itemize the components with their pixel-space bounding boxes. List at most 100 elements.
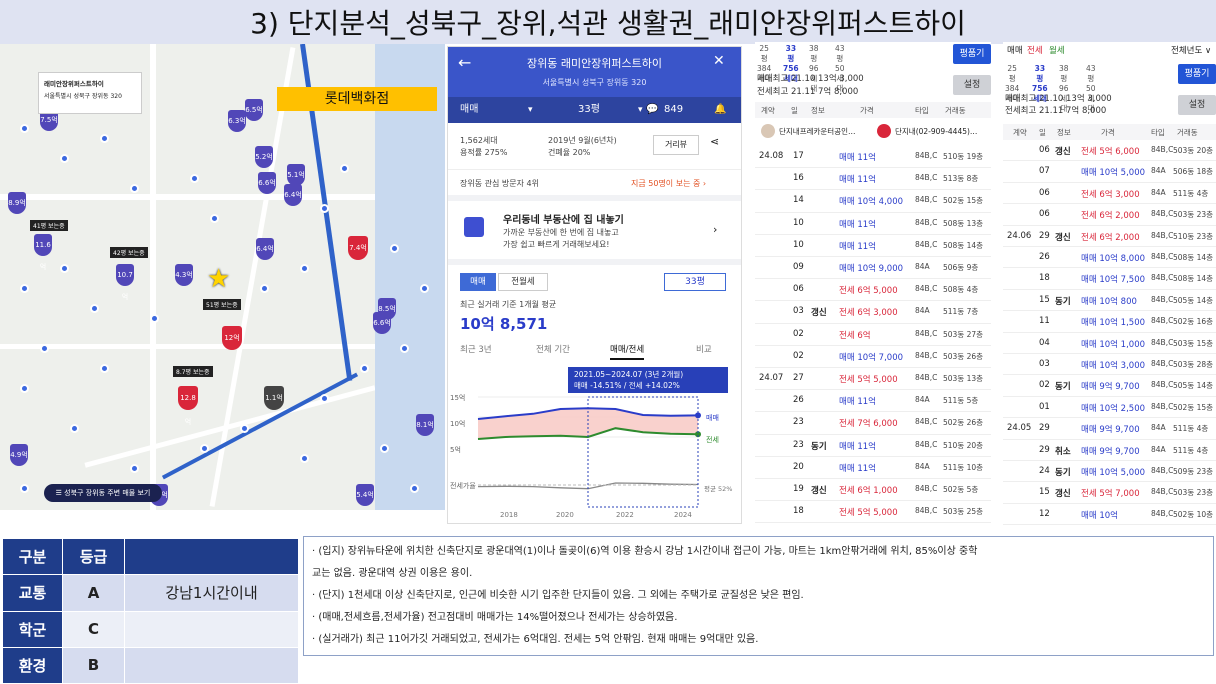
- period-tab-3[interactable]: 비교: [696, 343, 712, 355]
- close-icon[interactable]: ✕: [713, 53, 725, 69]
- price-pin[interactable]: 6.4억: [284, 184, 302, 206]
- table-row[interactable]: 06 전세 6억 5,000 84B,C 508동 4층: [755, 279, 991, 302]
- table-row[interactable]: 29 취소 매매 9억 9,700 84A 511동 4층: [1003, 440, 1216, 461]
- table-row[interactable]: 06 전세 6억 2,000 84B,C 503동 23층: [1003, 204, 1216, 226]
- tab-size[interactable]: 33평: [578, 97, 600, 123]
- table-row[interactable]: 23 전세 7억 6,000 84B,C 502동 26층: [755, 412, 991, 435]
- table-row[interactable]: 26 매매 11억 84A 511동 5층: [755, 390, 991, 413]
- table-row[interactable]: 15 갱신 전세 5억 7,000 84B,C 503동 23층: [1003, 482, 1216, 504]
- listing-dot[interactable]: [70, 424, 79, 433]
- price-pin-red[interactable]: 7.4억: [348, 236, 368, 260]
- table-row[interactable]: 06 전세 6억 3,000 84A 511동 4층: [1003, 183, 1216, 205]
- table-row[interactable]: 24 동기 매매 10억 5,000 84B,C 509동 23층: [1003, 461, 1216, 483]
- table-row[interactable]: 23 동기 매매 11억 84B,C 510동 20층: [755, 435, 991, 457]
- price-pin[interactable]: 5.1억: [287, 164, 305, 186]
- comment-count[interactable]: 849: [664, 97, 683, 123]
- table-row[interactable]: 24.07 27 전세 5억 5,000 84B,C 503동 13층: [755, 368, 991, 391]
- price-pin[interactable]: 8.9억: [8, 192, 26, 214]
- listing-dot[interactable]: [300, 454, 309, 463]
- listing-dot[interactable]: [300, 264, 309, 273]
- listing-dot[interactable]: [360, 364, 369, 373]
- listing-dot[interactable]: [100, 364, 109, 373]
- tab-trade-type[interactable]: 매매: [460, 97, 478, 123]
- price-pin[interactable]: 10.7억: [116, 264, 134, 301]
- table-row[interactable]: 24.05 29 매매 9억 9,700 84A 511동 4층: [1003, 418, 1216, 440]
- listing-dot[interactable]: [380, 444, 389, 453]
- price-pin[interactable]: 6.5억: [245, 99, 263, 121]
- listing-dot[interactable]: [340, 164, 349, 173]
- bell-icon[interactable]: 🔔: [714, 97, 726, 123]
- price-pin[interactable]: 11.6억: [34, 234, 52, 271]
- visitor-link[interactable]: 지금 50명이 보는 중 ›: [631, 178, 706, 189]
- listing-dot[interactable]: [320, 394, 329, 403]
- price-pin-gray[interactable]: 1.1억: [264, 386, 284, 410]
- share-icon[interactable]: ⋖: [710, 135, 719, 148]
- price-pin[interactable]: 6.3억: [228, 110, 246, 132]
- listing-dot[interactable]: [20, 484, 29, 493]
- period-tab-2[interactable]: 매매/전세: [610, 343, 645, 360]
- table-row[interactable]: 02 매매 10억 7,000 84B,C 503동 26층: [755, 346, 991, 368]
- seg-trade[interactable]: 매매: [460, 273, 496, 291]
- table-row[interactable]: 02 전세 6억 84B,C 503동 27층: [755, 324, 991, 346]
- price-pin[interactable]: 4.9억: [10, 444, 28, 466]
- t2-size-toggle-button[interactable]: 평품기: [1178, 64, 1216, 84]
- listing-dot[interactable]: [420, 284, 429, 293]
- listing-dot[interactable]: [60, 154, 69, 163]
- price-pin[interactable]: 4.3억: [175, 264, 193, 286]
- table-row[interactable]: 24.08 17 매매 11억 84B,C 510동 19층: [755, 146, 991, 169]
- t2-settings-button[interactable]: 설정: [1178, 95, 1216, 115]
- t2-tab-trade[interactable]: 매매: [1007, 44, 1023, 56]
- size-select[interactable]: 33평: [664, 273, 726, 291]
- listing-dot[interactable]: [320, 204, 329, 213]
- listing-dot[interactable]: [210, 214, 219, 223]
- table-row[interactable]: 06 갱신 전세 5억 6,000 84B,C 503동 20층: [1003, 140, 1216, 162]
- t1-size-toggle-button[interactable]: 평품기: [953, 44, 991, 64]
- listing-dot[interactable]: [100, 134, 109, 143]
- listing-dot[interactable]: [240, 424, 249, 433]
- price-pin[interactable]: 6.4억: [256, 238, 274, 260]
- listing-dot[interactable]: [130, 464, 139, 473]
- listing-dot[interactable]: [40, 344, 49, 353]
- table-row[interactable]: 16 매매 11억 84B,C 513동 8층: [755, 168, 991, 191]
- listing-dot[interactable]: [20, 284, 29, 293]
- listing-dot[interactable]: [130, 184, 139, 193]
- seg-rent[interactable]: 전월세: [498, 273, 548, 291]
- price-pin-red[interactable]: 12억: [222, 326, 242, 350]
- table-row[interactable]: 12 매매 10억 84B,C 502동 10층: [1003, 504, 1216, 526]
- chevron-right-icon[interactable]: ›: [713, 223, 717, 236]
- listing-dot[interactable]: [90, 304, 99, 313]
- nearby-listings-button[interactable]: ☰ 성북구 장위동 주변 매물 보기: [44, 484, 162, 502]
- t2-year-select[interactable]: 전체년도 ∨: [1171, 44, 1211, 56]
- t2-tab-monthly[interactable]: 월세: [1049, 44, 1065, 56]
- table-row[interactable]: 18 매매 10억 7,500 84B,C 508동 14층: [1003, 268, 1216, 290]
- listing-dot[interactable]: [20, 124, 29, 133]
- t2-tab-rent[interactable]: 전세: [1027, 44, 1043, 56]
- table-row[interactable]: 02 동기 매매 9억 9,700 84B,C 505동 14층: [1003, 375, 1216, 397]
- table-row[interactable]: 20 매매 11억 84A 511동 10층: [755, 457, 991, 479]
- t1-agent-2[interactable]: 단지내(02-909-4445)…: [895, 126, 977, 137]
- listing-dot[interactable]: [190, 174, 199, 183]
- listing-dot[interactable]: [400, 344, 409, 353]
- listing-dot[interactable]: [200, 444, 209, 453]
- table-row[interactable]: 10 매매 11억 84B,C 508동 14층: [755, 235, 991, 257]
- table-row[interactable]: 19 갱신 전세 6억 1,000 84B,C 502동 5층: [755, 479, 991, 502]
- price-pin[interactable]: 5.4억: [356, 484, 374, 506]
- t1-agent-1[interactable]: 단지내프레카운터공인…: [779, 126, 856, 137]
- price-pin[interactable]: 6.6억: [373, 312, 391, 334]
- period-tab-0[interactable]: 최근 3년: [460, 343, 492, 355]
- price-pin[interactable]: 5.2억: [255, 146, 273, 168]
- price-pin[interactable]: 6.6억: [258, 172, 276, 194]
- table-row[interactable]: 26 매매 10억 8,000 84B,C 508동 14층: [1003, 247, 1216, 269]
- listing-dot[interactable]: [410, 484, 419, 493]
- price-pin-red[interactable]: 12.8억: [178, 386, 198, 426]
- table-row[interactable]: 15 동기 매매 10억 800 84B,C 505동 14층: [1003, 290, 1216, 312]
- listing-dot[interactable]: [20, 384, 29, 393]
- period-tab-1[interactable]: 전체 기간: [536, 343, 570, 355]
- t1-settings-button[interactable]: 설정: [953, 75, 991, 95]
- table-row[interactable]: 18 전세 5억 5,000 84B,C 503동 25층: [755, 501, 991, 524]
- listing-dot[interactable]: [390, 244, 399, 253]
- street-view-button[interactable]: 거리뷰: [653, 135, 699, 155]
- table-row[interactable]: 03 갱신 전세 6억 3,000 84A 511동 7층: [755, 301, 991, 324]
- table-row[interactable]: 11 매매 10억 1,500 84B,C 502동 16층: [1003, 311, 1216, 333]
- table-row[interactable]: 07 매매 10억 5,000 84A 506동 18층: [1003, 161, 1216, 183]
